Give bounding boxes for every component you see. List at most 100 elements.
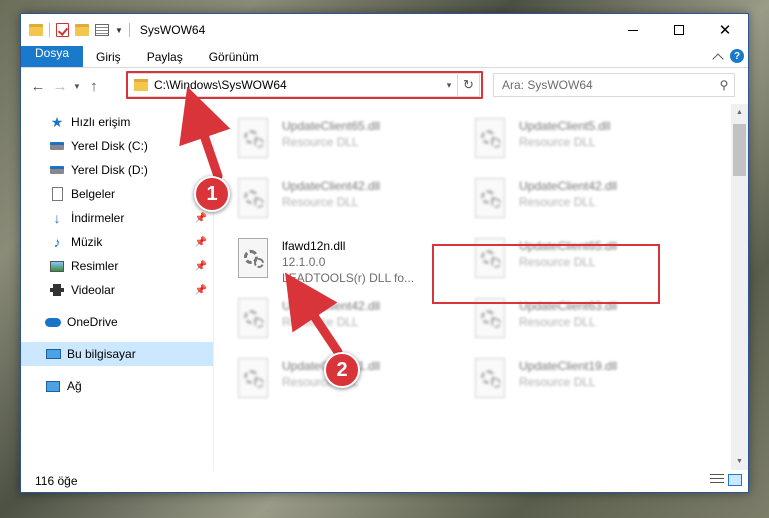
sidebar-item-label: OneDrive	[67, 315, 118, 329]
sidebar-item-network[interactable]: Ağ	[21, 374, 213, 398]
properties-check-icon[interactable]	[56, 23, 69, 37]
file-item[interactable]: UpdateClient42.dll Resource DLL	[234, 174, 471, 234]
close-icon: ✕	[718, 21, 732, 39]
scrollbar-thumb[interactable]	[733, 124, 746, 176]
file-name: UpdateClient5.dll	[519, 119, 611, 133]
download-icon: ↓	[53, 210, 61, 226]
quick-access-toolbar: ▼	[21, 14, 130, 46]
file-version: 12.1.0.0	[282, 255, 326, 269]
document-icon	[49, 187, 65, 201]
network-icon	[45, 379, 61, 393]
sidebar-item-documents[interactable]: Belgeler	[21, 182, 213, 206]
search-input[interactable]: Ara: SysWOW64	[502, 78, 714, 92]
large-icons-view-icon[interactable]	[728, 474, 742, 486]
file-item[interactable]: UpdateClient19.dll Resource DLL	[471, 354, 708, 414]
dll-file-icon	[471, 298, 509, 342]
pin-icon[interactable]: 📌	[195, 261, 207, 272]
callout-two-badge: 2	[324, 352, 360, 388]
dll-file-icon	[471, 358, 509, 402]
vertical-scrollbar[interactable]: ▲ ▼	[731, 104, 748, 470]
forward-button[interactable]: →	[49, 75, 71, 97]
explorer-window: ▼ SysWOW64 ✕ Dosya Giriş Paylaş Görünüm …	[20, 13, 749, 493]
callout-one-badge: 1	[194, 176, 230, 212]
pictures-icon	[49, 259, 65, 273]
minimize-button[interactable]	[610, 14, 656, 46]
back-button[interactable]: ←	[27, 75, 49, 97]
drive-icon	[49, 139, 65, 153]
details-view-icon[interactable]	[710, 474, 724, 486]
computer-icon	[45, 347, 61, 361]
sidebar-item-downloads[interactable]: ↓ İndirmeler 📌	[21, 206, 213, 230]
status-bar: 116 öğe	[21, 470, 748, 492]
sidebar-item-this-pc[interactable]: Bu bilgisayar	[21, 342, 213, 366]
pin-icon[interactable]: 📌	[195, 213, 207, 224]
search-icon[interactable]: ⚲	[714, 78, 734, 92]
navigation-pane: ★ Hızlı erişim Yerel Disk (C:) Yerel Dis…	[21, 104, 214, 470]
sidebar-item-label: Videolar	[71, 283, 115, 297]
file-item[interactable]: UpdateClient5.dll Resource DLL	[471, 114, 708, 174]
recent-locations-icon[interactable]: ▼	[71, 75, 83, 97]
sidebar-item-label: Resimler	[71, 259, 119, 273]
file-highlight-box	[432, 244, 660, 304]
address-highlight-box	[126, 71, 483, 99]
customize-toolbar-dropdown-icon[interactable]: ▼	[115, 26, 123, 35]
file-name: UpdateClient42.dll	[282, 299, 381, 313]
file-list: UpdateClient65.dll Resource DLL UpdateCli…	[214, 104, 748, 470]
sidebar-item-label: Yerel Disk (C:)	[71, 139, 148, 153]
minimize-icon	[628, 29, 638, 31]
ribbon-tabs: Dosya Giriş Paylaş Görünüm ?	[21, 46, 748, 68]
help-icon[interactable]: ?	[730, 49, 744, 63]
expand-ribbon-icon[interactable]	[712, 52, 724, 65]
search-box[interactable]: Ara: SysWOW64 ⚲	[493, 73, 735, 97]
sidebar-item-label: Belgeler	[71, 187, 116, 201]
dll-file-icon	[234, 118, 272, 162]
file-name: UpdateClient42.dll	[519, 179, 618, 193]
item-count: 116 öğe	[35, 474, 78, 488]
file-description: Resource DLL	[519, 315, 596, 329]
sidebar-item-music[interactable]: ♪ Müzik 📌	[21, 230, 213, 254]
file-description: Resource DLL	[519, 375, 596, 389]
close-button[interactable]: ✕	[702, 14, 748, 46]
window-controls: ✕	[610, 14, 748, 46]
file-item[interactable]: UpdateClient42.dll Resource DLL	[471, 174, 708, 234]
sidebar-item-label: Hızlı erişim	[71, 115, 131, 129]
pin-icon[interactable]: 📌	[195, 237, 207, 248]
sidebar-item-videos[interactable]: Videolar 📌	[21, 278, 213, 302]
file-description: Resource DLL	[519, 195, 596, 209]
dll-file-icon	[234, 358, 272, 402]
pin-icon[interactable]: 📌	[195, 285, 207, 296]
dll-file-icon	[234, 178, 272, 222]
file-item[interactable]: UpdateClient65.dll Resource DLL	[234, 114, 471, 174]
sidebar-item-onedrive[interactable]: OneDrive	[21, 310, 213, 334]
dll-file-icon	[234, 238, 272, 282]
tab-home[interactable]: Giriş	[83, 46, 134, 67]
tab-share[interactable]: Paylaş	[134, 46, 196, 67]
scroll-up-icon[interactable]: ▲	[731, 104, 748, 121]
sidebar-item-pictures[interactable]: Resimler 📌	[21, 254, 213, 278]
sidebar-item-local-disk-d[interactable]: Yerel Disk (D:)	[21, 158, 213, 182]
maximize-button[interactable]	[656, 14, 702, 46]
window-title: SysWOW64	[139, 23, 206, 37]
file-description: Resource DLL	[282, 195, 359, 209]
separator	[49, 23, 50, 37]
new-folder-icon[interactable]	[75, 24, 89, 36]
videos-icon	[49, 283, 65, 297]
dll-file-icon	[234, 298, 272, 342]
sidebar-item-quick-access[interactable]: ★ Hızlı erişim	[21, 110, 213, 134]
drive-icon	[49, 163, 65, 177]
up-button[interactable]: ↑	[83, 75, 105, 97]
view-options-icon[interactable]	[95, 24, 109, 36]
file-description: Resource DLL	[282, 315, 359, 329]
tab-view[interactable]: Görünüm	[196, 46, 272, 67]
file-name: UpdateClient42.dll	[282, 179, 381, 193]
tab-file[interactable]: Dosya	[21, 46, 84, 67]
sidebar-item-label: Yerel Disk (D:)	[71, 163, 148, 177]
sidebar-item-local-disk-c[interactable]: Yerel Disk (C:)	[21, 134, 213, 158]
ribbon-right: ?	[712, 49, 744, 65]
navigation-bar: ← → ▼ ↑ C:\Windows\SysWOW64 ▾ ↻ Ara: Sys…	[21, 68, 748, 104]
sidebar-item-label: Bu bilgisayar	[67, 347, 136, 361]
scroll-down-icon[interactable]: ▼	[731, 453, 748, 470]
